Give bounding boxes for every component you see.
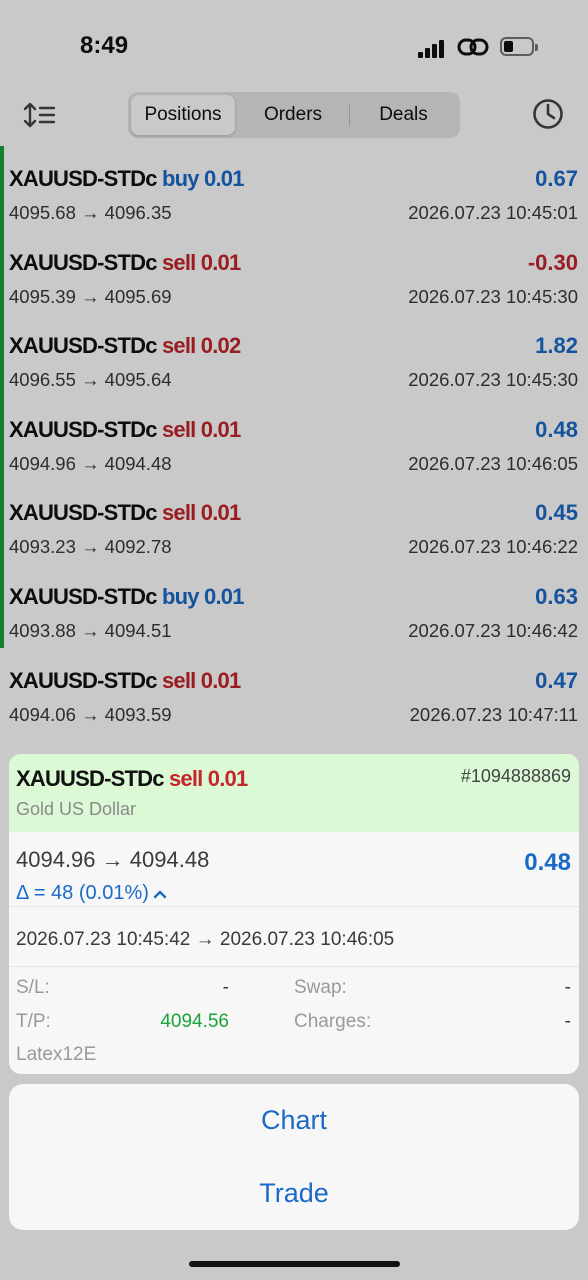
detail-delta[interactable]: Δ = 48 (0.01%) (16, 882, 167, 905)
action-sheet: Chart Trade (9, 1084, 579, 1230)
swap-label: Swap: (294, 977, 347, 998)
tp-label: T/P: (16, 1011, 51, 1032)
swap-value: - (564, 977, 571, 998)
detail-volume: 0.01 (207, 766, 248, 791)
home-indicator[interactable] (189, 1261, 400, 1267)
charges-label: Charges: (294, 1011, 372, 1032)
position-detail-card: XAUUSD-STDc sell 0.01 #1094888869 Gold U… (9, 754, 579, 1074)
detail-description: Gold US Dollar (16, 799, 137, 819)
detail-times: 2026.07.23 10:45:42 → 2026.07.23 10:46:0… (16, 929, 395, 950)
detail-profit: 0.48 (524, 849, 571, 876)
divider (9, 966, 579, 967)
sl-value: - (222, 977, 229, 998)
chevron-up-icon (153, 890, 167, 898)
charges-value: - (564, 1011, 571, 1032)
chart-button[interactable]: Chart (9, 1084, 579, 1157)
detail-comment: Latex12E (16, 1044, 97, 1065)
detail-header: XAUUSD-STDc sell 0.01 #1094888869 Gold U… (9, 754, 579, 832)
detail-ticket: #1094888869 (460, 766, 571, 786)
trade-button[interactable]: Trade (9, 1157, 579, 1230)
detail-side: sell (168, 766, 203, 791)
sl-label: S/L: (16, 977, 50, 998)
detail-symbol: XAUUSD-STDc sell 0.01 (16, 766, 248, 791)
tp-value: 4094.56 (160, 1011, 229, 1032)
detail-prices: 4094.96 → 4094.48 (16, 847, 210, 872)
divider (9, 906, 579, 907)
